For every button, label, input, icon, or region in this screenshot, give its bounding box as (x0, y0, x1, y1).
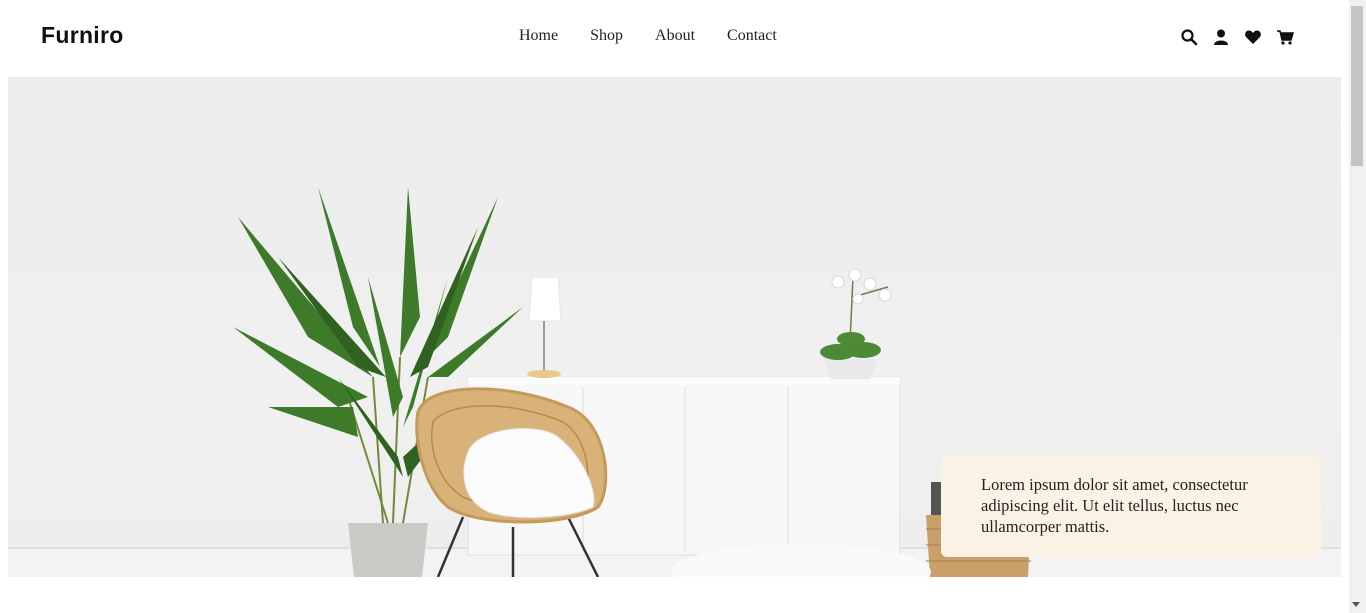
scrollbar-thumb[interactable] (1351, 6, 1363, 166)
nav-home[interactable]: Home (519, 27, 558, 45)
scroll-down-icon[interactable] (1352, 602, 1360, 607)
brand-logo[interactable]: Furniro (41, 22, 124, 49)
cart-icon[interactable] (1276, 28, 1294, 46)
heart-icon[interactable] (1244, 28, 1262, 46)
hero-caption-text: Lorem ipsum dolor sit amet, consectetur … (981, 475, 1248, 536)
hero-caption-card: Lorem ipsum dolor sit amet, consectetur … (941, 455, 1321, 557)
main-nav: Home Shop About Contact (519, 27, 809, 45)
nav-contact[interactable]: Contact (727, 27, 777, 45)
header-icons (1180, 28, 1308, 46)
page-bottom (0, 577, 1341, 613)
nav-about[interactable]: About (655, 27, 695, 45)
user-icon[interactable] (1212, 28, 1230, 46)
search-icon[interactable] (1180, 28, 1198, 46)
nav-shop[interactable]: Shop (590, 27, 623, 45)
site-header: Furniro Home Shop About Contact (0, 0, 1341, 76)
